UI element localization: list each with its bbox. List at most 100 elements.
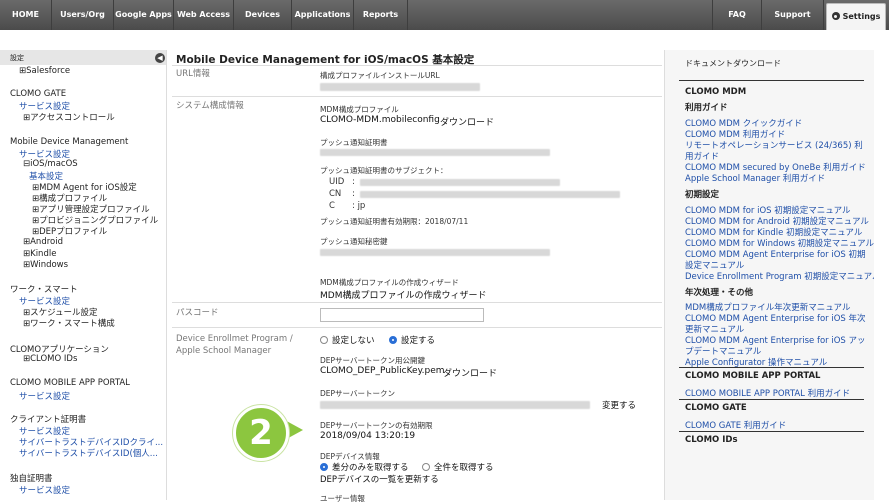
passcode-input[interactable] [320, 308, 484, 322]
sidebar-item[interactable]: ⊞DEPプロファイル [32, 225, 107, 237]
dep-pubkey-label: DEPサーバートークン用公開鍵 [320, 356, 425, 365]
nav-reports[interactable]: Reports [354, 0, 408, 30]
push-key-value [320, 249, 550, 256]
system-config-label: システム構成情報 [176, 101, 244, 111]
collapse-sidebar-icon[interactable]: ◀ [155, 53, 165, 63]
section-divider [679, 431, 864, 432]
dep-label-line2: Apple School Manager [176, 346, 272, 356]
sidebar-item: CLOMO GATE [10, 89, 67, 99]
dep-token-value [320, 401, 590, 409]
right-sidebar: ドキュメントダウンロード CLOMO MDM 利用ガイド CLOMO MDM クイッ… [664, 50, 881, 500]
nav-devices[interactable]: Devices [234, 0, 292, 30]
doc-section-heading: CLOMO MOBILE APP PORTAL [685, 371, 821, 381]
sidebar-item: Mobile Device Management [10, 137, 129, 147]
doc-section-heading: CLOMO MDM [685, 87, 747, 97]
divider [172, 327, 662, 328]
radio-dep-off-label: 設定しない [332, 336, 375, 346]
sidebar-item[interactable]: ⊞Kindle [23, 249, 56, 259]
sidebar-item[interactable]: ⊟iOS/macOS [23, 159, 78, 169]
radio-dep-on[interactable] [389, 336, 397, 344]
radio-get-all[interactable] [422, 463, 430, 471]
section-divider [679, 80, 864, 81]
sidebar-header-label: 設定 [10, 54, 24, 62]
sidebar-item[interactable]: サービス設定 [19, 390, 70, 402]
radio-dep-off[interactable] [320, 336, 328, 344]
page-scrollbar[interactable] [874, 50, 889, 500]
c-value: : jp [352, 201, 366, 211]
doc-section-heading: 年次処理・その他 [685, 288, 754, 298]
dep-pubkey-file: CLOMO_DEP_PublicKey.pem [320, 366, 445, 376]
sidebar-item: 独自証明書 [10, 474, 53, 484]
radio-dep-on-label: 設定する [401, 336, 436, 346]
doc-download-link[interactable]: CLOMO GATE 利用ガイド [685, 419, 786, 431]
doc-section-heading: 利用ガイド [685, 103, 728, 113]
radio-get-all-label: 全件を取得する [434, 463, 494, 473]
install-url-label: 構成プロファイルインストールURL [320, 71, 440, 80]
nav-google-apps[interactable]: Google Apps [114, 0, 174, 30]
c-label: C [329, 201, 335, 211]
url-info-label: URL情報 [176, 69, 210, 79]
push-key-label: プッシュ通知秘密鍵 [320, 237, 388, 246]
nav-faq[interactable]: FAQ [712, 0, 762, 30]
sidebar-item[interactable]: ⊞CLOMO IDs [23, 354, 77, 364]
sidebar-item[interactable]: ⊞ワーク・スマート構成 [23, 317, 115, 329]
sidebar-item: CLOMO MOBILE APP PORTAL [10, 378, 130, 388]
section-divider [679, 399, 864, 400]
passcode-label: パスコード [176, 308, 219, 318]
sidebar-item[interactable]: ⊞Android [23, 237, 63, 247]
divider [172, 302, 662, 303]
push-cert-label: プッシュ通知証明書 [320, 138, 388, 147]
dep-update-link[interactable]: DEPデバイスの一覧を更新する [320, 473, 439, 485]
sidebar-item[interactable]: ⊞アクセスコントロール [23, 111, 115, 123]
step-number-badge: 2 [233, 405, 289, 461]
sidebar-item[interactable]: サービス設定 [19, 484, 70, 496]
divider [172, 65, 662, 66]
nav-users-org[interactable]: Users/Org [52, 0, 114, 30]
push-subject-label: プッシュ通知証明書のサブジェクト： [320, 166, 448, 175]
nav-support[interactable]: Support [762, 0, 824, 30]
sidebar-item[interactable]: ⊞Salesforce [19, 66, 70, 76]
dep-pubkey-download-link[interactable]: ダウンロード [443, 366, 497, 379]
doc-download-link[interactable]: CLOMO MOBILE APP PORTAL 利用ガイド [685, 387, 850, 399]
sidebar-header: 設定 ◀ [0, 50, 166, 65]
sidebar-item[interactable]: ⊞Windows [23, 260, 68, 270]
nav-settings[interactable]: Settings [826, 3, 886, 30]
uid-label: UID [329, 177, 345, 187]
cn-value [360, 191, 620, 198]
radio-diff-only[interactable] [320, 463, 328, 471]
dep-token-change-link[interactable]: 変更する [602, 399, 636, 411]
doc-section-heading: CLOMO IDs [685, 435, 738, 445]
doc-download-link[interactable]: Apple School Manager 利用ガイド [685, 172, 825, 184]
section-divider [679, 367, 864, 368]
dep-label-line1: Device Enrollmet Program / [176, 334, 293, 344]
push-cert-value [320, 149, 550, 156]
cn-label: CN [329, 189, 342, 199]
uid-value [360, 179, 560, 186]
nav-settings-label: Settings [842, 12, 881, 21]
user-info-label: ユーザー情報 [320, 494, 365, 503]
sidebar-item: クライアント証明書 [10, 415, 87, 425]
left-sidebar: 設定 ◀ ⊞Salesforce CLOMO GATE サービス設定 ⊞アクセスコント… [0, 50, 167, 500]
sidebar-item: ワーク・スマート [10, 285, 78, 295]
doc-download-link[interactable]: Device Enrollment Program 初期設定マニュアル [685, 270, 881, 282]
top-navigation-bar: HOME Users/Org Google Apps Web Access De… [0, 0, 889, 30]
radio-diff-only-label: 差分のみを取得する [332, 463, 409, 473]
install-url-value [320, 83, 480, 91]
dep-token-label: DEPサーバートークン [320, 389, 395, 398]
mdm-profile-label: MDM構成プロファイル [320, 105, 399, 114]
divider [172, 96, 662, 97]
wizard-link[interactable]: MDM構成プロファイルの作成ウィザード [320, 288, 486, 301]
document-download-title: ドキュメントダウンロード [685, 59, 781, 68]
nav-home[interactable]: HOME [0, 0, 52, 30]
mdm-profile-file: CLOMO-MDM.mobileconfig [320, 115, 440, 125]
dep-expiry-label: DEPサーバートークンの有効期限 [320, 421, 433, 430]
doc-section-heading: CLOMO GATE [685, 403, 747, 413]
nav-applications[interactable]: Applications [292, 0, 354, 30]
mdm-profile-download-link[interactable]: ダウンロード [440, 115, 494, 128]
gear-icon [831, 12, 840, 20]
doc-section-heading: 初期設定 [685, 190, 720, 200]
dep-expiry-value: 2018/09/04 13:20:19 [320, 431, 416, 441]
sidebar-item[interactable]: サイバートラストデバイスID(個人... [19, 447, 158, 459]
wizard-label: MDM構成プロファイルの作成ウィザード [320, 278, 459, 287]
nav-web-access[interactable]: Web Access [174, 0, 234, 30]
